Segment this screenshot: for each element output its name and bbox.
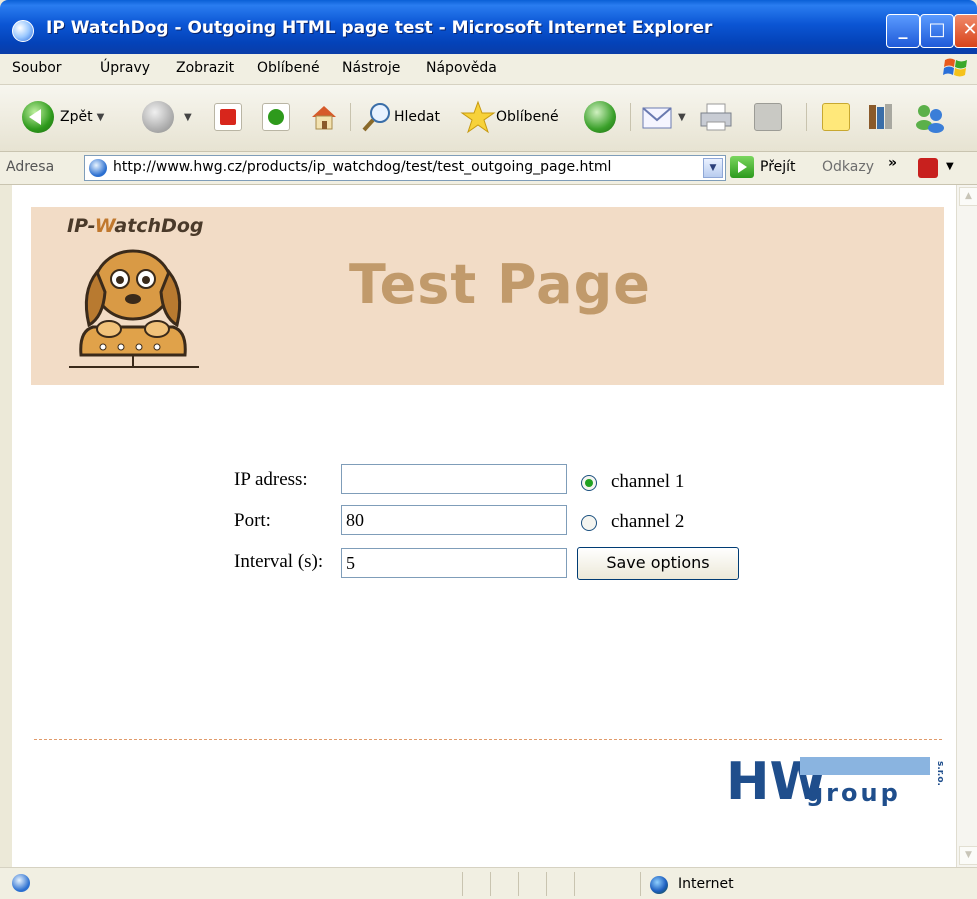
internet-zone-icon bbox=[650, 876, 668, 894]
minimize-button[interactable]: _ bbox=[886, 14, 920, 48]
forward-button[interactable]: ▼ bbox=[142, 99, 192, 135]
chevron-down-icon[interactable]: ▼ bbox=[946, 161, 954, 172]
printer-icon bbox=[700, 103, 732, 131]
back-arrow-icon bbox=[22, 101, 54, 133]
search-button[interactable]: Hledat bbox=[360, 99, 440, 135]
save-options-button[interactable]: Save options bbox=[577, 547, 739, 580]
menu-oblibene[interactable]: Oblíbené bbox=[257, 60, 320, 76]
chevron-down-icon[interactable]: ▼ bbox=[678, 112, 686, 123]
channel-1-label[interactable]: channel 1 bbox=[611, 471, 684, 493]
page-banner: IP-WatchDog Test Page bbox=[31, 207, 944, 385]
channel-2-label[interactable]: channel 2 bbox=[611, 511, 684, 533]
links-label[interactable]: Odkazy bbox=[822, 159, 874, 175]
ie-icon bbox=[12, 20, 34, 42]
history-icon bbox=[584, 101, 616, 133]
port-input[interactable]: 80 bbox=[341, 505, 567, 535]
interval-input[interactable]: 5 bbox=[341, 548, 567, 578]
favorites-button[interactable]: Oblíbené bbox=[460, 99, 559, 135]
title-bar[interactable]: IP WatchDog - Outgoing HTML page test - … bbox=[0, 0, 977, 54]
notes-button[interactable] bbox=[822, 99, 850, 135]
research-button[interactable] bbox=[866, 99, 896, 135]
history-button[interactable] bbox=[584, 99, 622, 135]
back-button[interactable]: Zpět ▼ bbox=[22, 99, 104, 135]
address-label: Adresa bbox=[6, 159, 55, 175]
favorites-label: Oblíbené bbox=[496, 109, 559, 125]
home-button[interactable] bbox=[308, 99, 340, 135]
maximize-button[interactable]: □ bbox=[920, 14, 954, 48]
edit-icon bbox=[754, 103, 782, 131]
note-icon bbox=[822, 103, 850, 131]
star-icon bbox=[460, 100, 496, 134]
stop-button[interactable] bbox=[214, 99, 242, 135]
page-status-icon bbox=[12, 874, 30, 892]
page-title: Test Page bbox=[349, 253, 651, 316]
back-label: Zpět bbox=[60, 109, 93, 125]
hw-group-logo: HW group s.r.o. bbox=[726, 753, 945, 809]
browser-window: IP WatchDog - Outgoing HTML page test - … bbox=[0, 0, 977, 899]
scroll-down-icon[interactable]: ▼ bbox=[959, 846, 977, 865]
toolbar: Zpět ▼ ▼ Hledat Oblíbené ▼ bbox=[0, 85, 977, 152]
channel-2-radio[interactable] bbox=[581, 515, 597, 531]
scroll-up-icon[interactable]: ▲ bbox=[959, 187, 977, 206]
vertical-scrollbar[interactable]: ▲ ▼ bbox=[956, 185, 977, 867]
address-url[interactable]: http://www.hwg.cz/products/ip_watchdog/t… bbox=[113, 159, 611, 175]
watchdog-mascot-icon bbox=[69, 249, 199, 368]
forward-arrow-icon bbox=[142, 101, 174, 133]
chevron-down-icon[interactable]: ▼ bbox=[184, 112, 192, 123]
ip-watchdog-logo-text: IP-WatchDog bbox=[67, 215, 204, 237]
search-icon bbox=[362, 103, 390, 132]
window-title: IP WatchDog - Outgoing HTML page test - … bbox=[46, 18, 713, 38]
messenger-icon bbox=[916, 105, 944, 133]
chevron-down-icon[interactable]: ▼ bbox=[97, 112, 105, 123]
security-zone-label: Internet bbox=[678, 876, 734, 892]
mail-button[interactable]: ▼ bbox=[640, 99, 686, 135]
menu-nastroje[interactable]: Nástroje bbox=[342, 60, 400, 76]
go-arrow-icon bbox=[730, 156, 754, 178]
status-bar: Internet bbox=[0, 867, 977, 899]
page-icon bbox=[89, 159, 107, 177]
interval-label: Interval (s): bbox=[234, 551, 324, 572]
svg-text:group: group bbox=[806, 779, 901, 807]
print-button[interactable] bbox=[698, 99, 734, 135]
go-button[interactable]: Přejít bbox=[730, 156, 796, 178]
books-icon bbox=[869, 104, 892, 129]
address-bar: Adresa http://www.hwg.cz/products/ip_wat… bbox=[0, 152, 977, 185]
chevron-down-icon[interactable]: ▼ bbox=[703, 158, 723, 178]
menu-bar: Soubor Úpravy Zobrazit Oblíbené Nástroje… bbox=[0, 54, 977, 85]
menu-zobrazit[interactable]: Zobrazit bbox=[176, 60, 234, 76]
chevron-right-icon[interactable]: » bbox=[888, 155, 897, 171]
page-content: IP-WatchDog Test Page IP adress: channel… bbox=[12, 185, 956, 867]
channel-1-radio[interactable] bbox=[581, 475, 597, 491]
footer-divider bbox=[34, 739, 942, 740]
mail-icon bbox=[642, 107, 672, 129]
svg-text:s.r.o.: s.r.o. bbox=[935, 761, 945, 786]
home-icon bbox=[312, 106, 336, 130]
port-label: Port: bbox=[234, 510, 271, 531]
search-label: Hledat bbox=[394, 109, 440, 125]
messenger-button[interactable] bbox=[912, 99, 948, 135]
stop-icon bbox=[214, 103, 242, 131]
address-input[interactable]: http://www.hwg.cz/products/ip_watchdog/t… bbox=[84, 155, 726, 181]
menu-soubor[interactable]: Soubor bbox=[12, 60, 62, 76]
windows-logo-icon bbox=[943, 58, 967, 77]
refresh-button[interactable] bbox=[262, 99, 290, 135]
menu-napoveda[interactable]: Nápověda bbox=[426, 60, 497, 76]
refresh-icon bbox=[262, 103, 290, 131]
ip-address-input[interactable] bbox=[341, 464, 567, 494]
ip-address-label: IP adress: bbox=[234, 469, 308, 490]
edit-button[interactable] bbox=[754, 99, 782, 135]
go-label: Přejít bbox=[760, 159, 796, 175]
close-button[interactable]: ✕ bbox=[954, 14, 977, 48]
menu-upravy[interactable]: Úpravy bbox=[100, 60, 150, 76]
pdf-icon[interactable] bbox=[918, 158, 938, 178]
